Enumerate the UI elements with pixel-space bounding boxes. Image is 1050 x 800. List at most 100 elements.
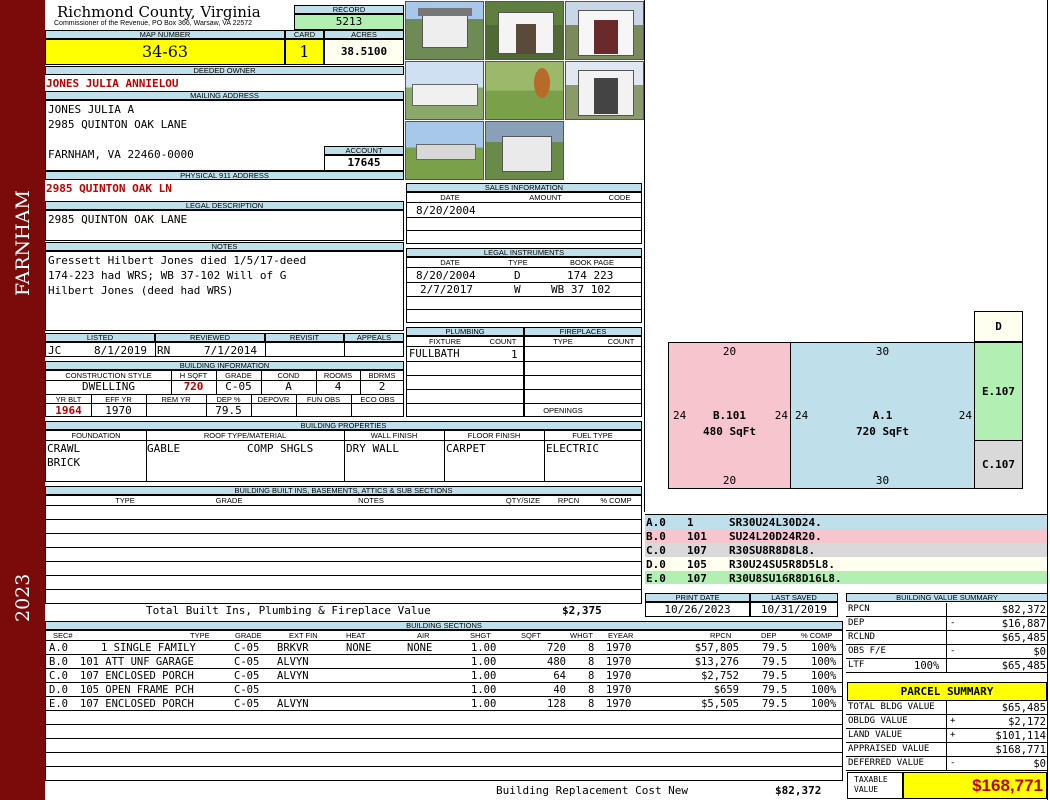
notes-line-2: 174-223 had WRS; WB 37-102 Will of G: [48, 269, 287, 282]
rooms: 4: [334, 380, 342, 393]
mailing-line-3: FARNHAM, VA 22460-0000: [48, 148, 194, 161]
county-title: Richmond County, Virginia: [57, 3, 261, 21]
parcel-label: LAND VALUE: [848, 730, 903, 740]
account-number: 17645: [324, 155, 404, 171]
bv-row-rclnd: RCLND $65,485: [846, 631, 1048, 645]
fixture-count: 1: [511, 348, 518, 361]
map-number-label: MAP NUMBER: [45, 30, 285, 39]
last-saved: 10/31/2019: [750, 602, 838, 617]
legend-sec: A.0: [646, 516, 666, 529]
deeded-owner: JONES JULIA ANNIELOU: [46, 77, 179, 90]
replacement-cost-value: $82,372: [775, 784, 822, 797]
li-date-1: 8/20/2004: [416, 269, 476, 282]
fixture-label: FIXTURE: [428, 337, 462, 346]
legend-row-b: B.0 101 SU24L20D24R20.: [645, 529, 1048, 543]
legend-sec: C.0: [646, 544, 666, 557]
last-saved-label: LAST SAVED: [750, 593, 838, 602]
bv-value: $16,887: [1001, 618, 1046, 630]
building-info-title: BUILDING INFORMATION: [45, 361, 404, 370]
commissioner-line: Commissioner of the Revenue, PO Box 366,…: [54, 20, 253, 27]
parcel-value: $65,485: [1001, 702, 1046, 714]
builtins-grade-header: GRADE: [215, 496, 243, 505]
sales-table: DATE AMOUNT CODE 8/20/2004: [406, 192, 642, 244]
li-book-2: WB 37 102: [551, 283, 611, 296]
bv-value: $0: [1033, 646, 1046, 658]
listed-date: 8/1/2019: [94, 344, 147, 357]
bv-label: RCLND: [848, 632, 876, 642]
plumbing-title: PLUMBING: [406, 327, 524, 336]
roof-material: COMP SHGLS: [247, 442, 314, 455]
bv-row-obs: OBS F/E - $0: [846, 645, 1048, 659]
parcel-sign: -: [950, 758, 956, 768]
bv-row-dep: DEP - $16,887: [846, 617, 1048, 631]
parcel-label: APPRAISED VALUE: [848, 744, 930, 754]
acres-value: 38.5100: [324, 39, 404, 65]
hsqft-label: H SQFT: [179, 371, 208, 380]
parcel-summary-title: PARCEL SUMMARY: [847, 682, 1047, 701]
sketch-a-area: 720 SqFt: [856, 425, 909, 438]
parcel-label: DEFERRED VALUE: [848, 758, 924, 768]
bv-row-rpcn: RPCN $82,372: [846, 603, 1048, 617]
legend-row-d: D.0 105 R30U24SU5R8D5L8.: [645, 557, 1048, 571]
sketch-b-name: B.101: [712, 409, 747, 422]
fireplace-count-label: COUNT: [607, 337, 635, 346]
building-properties-title: BUILDING PROPERTIES: [45, 421, 642, 430]
li-date-header: DATE: [440, 258, 460, 267]
sketch-b-area: 480 SqFt: [703, 425, 756, 438]
parcel-row-obldg: OBLDG VALUE + $2,172: [846, 715, 1048, 729]
wall-label: WALL FINISH: [370, 431, 418, 440]
photo-3: [565, 1, 644, 60]
listed-label: LISTED: [45, 333, 155, 342]
map-number: 34-63: [45, 39, 285, 65]
legend-sec: B.0: [646, 530, 666, 543]
sketch-a-top: 30: [875, 345, 890, 358]
legend-code: 1: [687, 516, 694, 529]
building-properties-box: FOUNDATION ROOF TYPE/MATERIAL WALL FINIS…: [45, 430, 642, 482]
builtins-table: TYPE GRADE NOTES QTY/SIZE RPCN % COMP: [45, 495, 642, 604]
fixture-fullbath: FULLBATH: [409, 348, 460, 360]
legal-instruments-table: DATE TYPE BOOK PAGE 8/20/2004 D 174 223 …: [406, 257, 642, 323]
li-book-header: BOOK PAGE: [569, 258, 615, 267]
record-number: 5213: [294, 14, 404, 30]
photo-7: [405, 121, 484, 180]
parcel-row-total-bldg: TOTAL BLDG VALUE $65,485: [846, 701, 1048, 715]
bv-sign: -: [950, 646, 956, 656]
wall-finish: DRY WALL: [346, 442, 399, 455]
grade: C-05: [225, 380, 252, 393]
legal-instruments-title: LEGAL INSTRUMENTS: [406, 248, 642, 257]
rooms-label: ROOMS: [323, 371, 353, 380]
divider-right: [1047, 0, 1048, 800]
legal-description-label: LEGAL DESCRIPTION: [45, 201, 404, 210]
bv-sign: -: [950, 618, 956, 628]
legend-vectors: R30SU8R8D8L8.: [729, 544, 816, 557]
listed-by: JC: [48, 344, 62, 357]
sales-title: SALES INFORMATION: [406, 183, 642, 192]
parcel-value: $2,172: [1008, 716, 1046, 728]
plumbing-table: FIXTURE COUNT FULLBATH 1: [406, 336, 524, 417]
sketch-legend: A.0 1 SR30U24L30D24. B.0 101 SU24L20D24R…: [645, 514, 1048, 585]
notes-box: Gressett Hilbert Jones died 1/5/17-deed …: [45, 251, 404, 331]
bv-label: RPCN: [848, 604, 870, 614]
parcel-row-deferred: DEFERRED VALUE - $0: [846, 757, 1048, 771]
builtins-comp-header: % COMP: [600, 496, 632, 505]
builtins-type-header: TYPE: [115, 496, 135, 505]
li-book-1: 174 223: [567, 269, 614, 282]
fireplace-type-label: TYPE: [553, 337, 573, 346]
legend-sec: D.0: [646, 558, 666, 571]
cond: A: [285, 380, 292, 393]
legend-vectors: SU24L20D24R20.: [729, 530, 822, 543]
sketch-section-c: C.107: [974, 440, 1023, 489]
notes-label: NOTES: [45, 242, 404, 251]
sidebar-city: FARNHAM: [12, 190, 34, 296]
foundation-label: FOUNDATION: [71, 431, 121, 440]
mailing-address-label: MAILING ADDRESS: [45, 91, 404, 100]
building-info-box: CONSTRUCTION STYLE H SQFT GRADE COND ROO…: [45, 370, 404, 417]
li-date-2: 2/7/2017: [420, 283, 473, 296]
foundation-value-1: CRAWL: [47, 442, 81, 455]
parcel-row-appraised: APPRAISED VALUE $168,771: [846, 743, 1048, 757]
legend-row-e: E.0 107 R30U8SU16R8D16L8.: [645, 571, 1048, 585]
photo-6: [565, 61, 644, 120]
parcel-value: $168,771: [995, 744, 1046, 756]
photo-5: [485, 61, 564, 120]
appeals-label: APPEALS: [344, 333, 404, 342]
